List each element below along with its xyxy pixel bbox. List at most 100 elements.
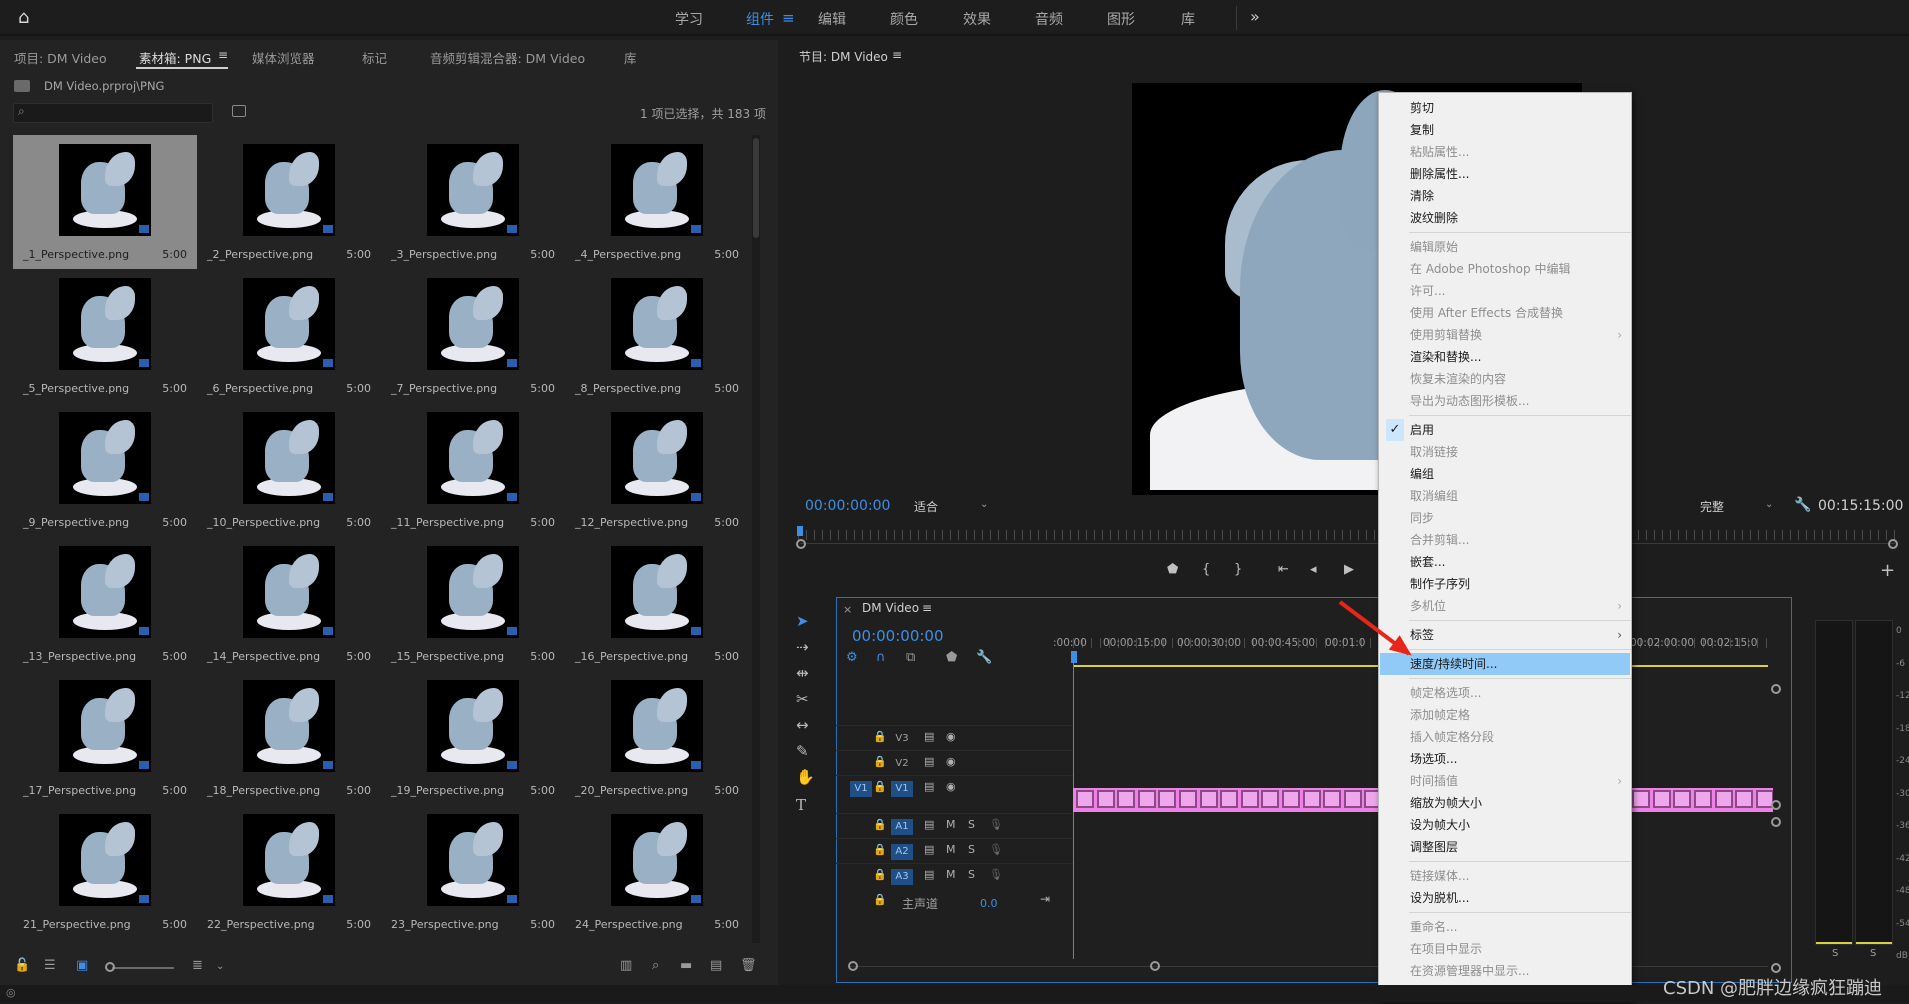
sync-lock-icon[interactable]: ▤	[924, 843, 934, 856]
video-vscroll-handle[interactable]	[1771, 684, 1781, 694]
media-item[interactable]: _8_Perspective.png 5:00	[565, 269, 749, 403]
media-item[interactable]: 23_Perspective.png 5:00	[381, 805, 565, 939]
track-header-v3[interactable]: 🔒 V3 ▤ ◉	[836, 725, 1073, 749]
linked-selection-icon[interactable]: ⧉	[906, 650, 915, 665]
clip-frame[interactable]	[1282, 790, 1300, 808]
tab-audio-clip-mixer[interactable]: 音频剪辑混合器: DM Video	[430, 48, 585, 67]
menu-item[interactable]: 清除	[1380, 185, 1630, 207]
audio-vscroll-handle[interactable]	[1771, 817, 1781, 827]
list-view-icon[interactable]: ☰	[44, 958, 56, 973]
monitor-playhead[interactable]	[797, 526, 803, 536]
media-item[interactable]: _17_Perspective.png 5:00	[13, 671, 197, 805]
lock-icon[interactable]: 🔒	[873, 780, 887, 793]
track-label-v2[interactable]: V2	[891, 756, 913, 772]
monitor-time-ruler[interactable]	[798, 530, 1898, 540]
solo-button[interactable]: S	[968, 818, 975, 831]
eye-icon[interactable]: ◉	[946, 780, 956, 793]
sort-icon[interactable]: ≣	[192, 958, 203, 973]
play-icon[interactable]: ▶	[1344, 562, 1354, 577]
media-item[interactable]: _10_Perspective.png 5:00	[197, 403, 381, 537]
media-item[interactable]: _1_Perspective.png 5:00	[13, 135, 197, 269]
media-item[interactable]: _14_Perspective.png 5:00	[197, 537, 381, 671]
lock-icon[interactable]: 🔒	[873, 755, 887, 768]
workspace-menu-icon[interactable]: ≡	[782, 9, 795, 27]
type-tool-icon[interactable]: T	[796, 796, 806, 814]
workspace-tab-graphics[interactable]: 图形	[1107, 9, 1135, 29]
wrench-icon[interactable]: 🔧	[976, 650, 992, 665]
selection-tool-icon[interactable]: ➤	[796, 612, 809, 630]
timeline-timecode[interactable]: 00:00:00:00	[852, 627, 944, 645]
menu-item[interactable]: 嵌套...	[1380, 551, 1630, 573]
clip-frame[interactable]	[1261, 790, 1280, 808]
thumbnail-zoom-slider[interactable]	[112, 967, 174, 969]
media-item[interactable]: _7_Perspective.png 5:00	[381, 269, 565, 403]
tab-libraries[interactable]: 库	[624, 48, 637, 67]
media-item[interactable]: 21_Perspective.png 5:00	[13, 805, 197, 939]
mic-icon[interactable]: 🎙	[989, 818, 1003, 831]
snap-icon[interactable]: ∩	[876, 650, 886, 665]
clip-frame[interactable]	[1632, 790, 1651, 808]
menu-item[interactable]: 场选项...	[1380, 748, 1630, 770]
program-monitor-title[interactable]: 节目: DM Video	[799, 48, 888, 65]
track-label-v3[interactable]: V3	[891, 731, 913, 747]
new-item-icon[interactable]: ▤	[710, 958, 722, 973]
workspace-tab-audio[interactable]: 音频	[1035, 9, 1063, 29]
clip-frame[interactable]	[1096, 790, 1115, 808]
lock-icon[interactable]: 🔒	[873, 868, 887, 881]
tab-media-browser[interactable]: 媒体浏览器	[252, 48, 315, 67]
menu-item[interactable]: 复制	[1380, 119, 1630, 141]
double-chevron-right-icon[interactable]: »	[1250, 7, 1260, 26]
panel-menu-icon[interactable]: ≡	[892, 48, 902, 62]
monitor-scrollbar-left-handle[interactable]	[796, 539, 806, 549]
wrench-icon[interactable]: 🔧	[1794, 497, 1811, 513]
tab-bin-png[interactable]: 素材箱: PNG	[139, 48, 211, 67]
icon-view-icon[interactable]: ▣	[76, 958, 88, 973]
razor-tool-icon[interactable]: ✂	[796, 690, 809, 708]
media-item[interactable]: _3_Perspective.png 5:00	[381, 135, 565, 269]
clip-frame[interactable]	[1652, 790, 1671, 808]
tab-markers[interactable]: 标记	[362, 48, 387, 67]
mic-icon[interactable]: 🎙	[989, 868, 1003, 881]
menu-item[interactable]: 制作子序列	[1380, 573, 1630, 595]
track-label-a2[interactable]: A2	[891, 844, 913, 860]
clip-frame[interactable]	[1240, 790, 1259, 808]
new-bin-from-search-icon[interactable]	[232, 105, 246, 117]
mute-button[interactable]: M	[946, 868, 956, 881]
media-item[interactable]: _11_Perspective.png 5:00	[381, 403, 565, 537]
mute-button[interactable]: M	[946, 843, 956, 856]
hand-tool-icon[interactable]: ✋	[796, 768, 815, 786]
clip-frame[interactable]	[1137, 790, 1156, 808]
clip-frame[interactable]	[1199, 790, 1218, 808]
thumbnail-zoom-handle[interactable]	[105, 962, 115, 972]
solo-button[interactable]: S	[968, 843, 975, 856]
tab-project[interactable]: 项目: DM Video	[14, 48, 107, 67]
eye-icon[interactable]: ◉	[946, 755, 956, 768]
workspace-tab-editing[interactable]: 编辑	[818, 9, 846, 29]
workspace-tab-libraries[interactable]: 库	[1181, 9, 1195, 29]
sync-lock-icon[interactable]: ▤	[924, 730, 934, 743]
workspace-tab-learn[interactable]: 学习	[675, 9, 703, 29]
track-label-a1[interactable]: A1	[891, 819, 913, 835]
sequence-tab[interactable]: DM Video	[862, 601, 919, 615]
master-volume-value[interactable]: 0.0	[980, 897, 998, 910]
clip-frame[interactable]	[1694, 790, 1712, 808]
pen-tool-icon[interactable]: ✎	[796, 742, 809, 760]
solo-left-button[interactable]: S	[1832, 948, 1838, 959]
menu-item[interactable]: 渲染和替换...	[1380, 346, 1630, 368]
clip-frame[interactable]	[1673, 790, 1692, 808]
timeline-playhead[interactable]	[1071, 651, 1077, 663]
track-label-v1[interactable]: V1	[891, 781, 913, 797]
mark-out-icon[interactable]: }	[1234, 562, 1242, 577]
track-select-tool-icon[interactable]: ⇢	[796, 638, 809, 656]
clip-frame[interactable]	[1714, 790, 1733, 808]
step-back-icon[interactable]: ◂	[1310, 562, 1317, 577]
clip-frame[interactable]	[1323, 790, 1342, 808]
media-item[interactable]: _6_Perspective.png 5:00	[197, 269, 381, 403]
ripple-edit-tool-icon[interactable]: ⇹	[796, 664, 809, 682]
close-icon[interactable]: ×	[843, 603, 852, 616]
slip-tool-icon[interactable]: ↔	[796, 716, 809, 734]
lock-icon[interactable]: 🔒	[873, 730, 887, 743]
menu-item[interactable]: 标签 ›	[1380, 624, 1630, 646]
media-item[interactable]: _13_Perspective.png 5:00	[13, 537, 197, 671]
monitor-scrollbar-right-handle[interactable]	[1888, 539, 1898, 549]
